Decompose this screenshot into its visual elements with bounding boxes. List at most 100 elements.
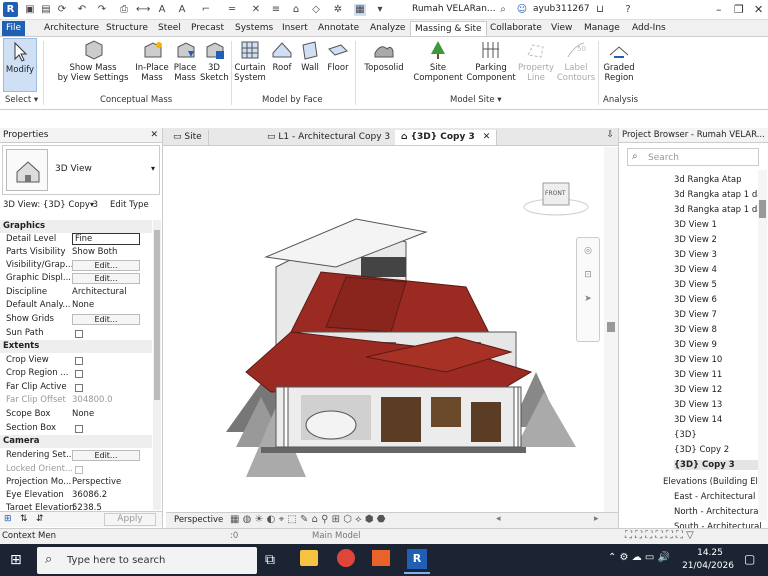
- view-cube[interactable]: FRONT: [521, 177, 591, 217]
- scroll-left-icon[interactable]: ◂: [496, 514, 501, 524]
- tab-view[interactable]: View: [547, 21, 576, 36]
- browser-item[interactable]: {3D} Copy 2: [674, 445, 766, 455]
- section-graphics[interactable]: Graphics: [0, 220, 152, 233]
- place-mass-button[interactable]: Place Mass: [171, 39, 199, 83]
- text-icon[interactable]: A: [176, 4, 188, 16]
- print-icon[interactable]: ⎙: [118, 4, 130, 16]
- browser-item[interactable]: 3D View 4: [674, 265, 766, 275]
- file-explorer-icon[interactable]: [300, 550, 318, 566]
- browser-item[interactable]: 3d Rangka atap 1 da: [674, 205, 766, 215]
- checkbox[interactable]: [75, 384, 83, 392]
- browser-item[interactable]: 3D View 10: [674, 355, 766, 365]
- save-icon[interactable]: ▤: [40, 4, 52, 16]
- tab-massing-site[interactable]: Massing & Site: [410, 21, 487, 36]
- edit-button[interactable]: Edit...: [72, 314, 140, 325]
- browser-item[interactable]: East - Architectural: [674, 492, 766, 502]
- browser-item[interactable]: 3D View 11: [674, 370, 766, 380]
- value[interactable]: 5238.5: [72, 502, 102, 510]
- group-model-site[interactable]: Model Site ▾: [450, 95, 502, 105]
- section-extents[interactable]: Extents: [0, 340, 152, 353]
- curtain-system-button[interactable]: Curtain System: [233, 39, 267, 83]
- in-place-mass-button[interactable]: In-Place Mass: [134, 39, 170, 83]
- section-camera[interactable]: Camera: [0, 435, 152, 448]
- filter-icon[interactable]: ⊞: [4, 514, 12, 524]
- checkbox[interactable]: [75, 330, 83, 338]
- edit-button[interactable]: Edit...: [72, 450, 140, 461]
- undo-icon[interactable]: ↶: [76, 4, 88, 16]
- detail-level-field[interactable]: Fine: [72, 233, 140, 245]
- selection-icons[interactable]: ⛶ ⛶ ⛶ ⛶ ⛶ ⛶ ▽: [625, 530, 694, 541]
- thin-lines-icon[interactable]: ≡: [270, 4, 282, 16]
- section-icon[interactable]: ⌐: [200, 4, 212, 16]
- select-group[interactable]: Select ▾: [5, 95, 38, 105]
- scroll-thumb[interactable]: [154, 230, 160, 400]
- browser-item[interactable]: 3D View 9: [674, 340, 766, 350]
- close-icon[interactable]: ✕: [483, 132, 491, 142]
- edit-button[interactable]: Edit...: [72, 260, 140, 271]
- zoom-icon[interactable]: ⊡: [577, 270, 599, 280]
- clock-date[interactable]: 21/04/2026: [680, 561, 736, 571]
- browser-item[interactable]: 3D View 3: [674, 250, 766, 260]
- browser-item[interactable]: 3D View 5: [674, 280, 766, 290]
- sync-icon[interactable]: ⟳: [56, 4, 68, 16]
- value[interactable]: None: [72, 299, 94, 312]
- open-icon[interactable]: ▣: [24, 4, 36, 16]
- browser-item[interactable]: 3d Rangka atap 1 da: [674, 190, 766, 200]
- tab-3d-copy-3[interactable]: ⌂ {3D} Copy 3 ✕: [395, 130, 498, 145]
- tray-icons[interactable]: ⌃ ⚙ ☁ ▭ 🔊: [608, 552, 670, 563]
- close-hidden-icon[interactable]: ✕: [250, 4, 262, 16]
- edit-type-button[interactable]: Edit Type: [110, 200, 149, 210]
- minimize-icon[interactable]: –: [716, 3, 722, 16]
- tab-steel[interactable]: Steel: [154, 21, 185, 36]
- browser-item[interactable]: 3D View 12: [674, 385, 766, 395]
- revit-taskbar-icon[interactable]: R: [407, 549, 427, 569]
- switch-windows-icon[interactable]: ◇: [310, 4, 322, 16]
- graded-region-button[interactable]: Graded Region: [600, 39, 638, 83]
- properties-scrollbar[interactable]: [153, 220, 161, 510]
- tab-collaborate[interactable]: Collaborate: [486, 21, 546, 36]
- projection-mode[interactable]: Perspective: [174, 515, 223, 525]
- checkbox[interactable]: [75, 370, 83, 378]
- tab-menu-icon[interactable]: ⇩: [606, 130, 614, 140]
- close-icon[interactable]: ✕: [754, 3, 763, 16]
- scroll-thumb[interactable]: [607, 322, 615, 332]
- browser-scrollbar[interactable]: [758, 170, 767, 520]
- tile-icon[interactable]: ▦: [354, 4, 366, 16]
- parking-component-button[interactable]: Parking Component: [466, 39, 516, 83]
- app-menu-button[interactable]: R: [3, 2, 18, 17]
- sort-icon[interactable]: ⇅: [20, 514, 28, 524]
- windows-start-icon[interactable]: ⊞: [10, 552, 22, 568]
- modify-button[interactable]: Modify: [3, 38, 37, 92]
- browser-item[interactable]: 3D View 1: [674, 220, 766, 230]
- browser-item[interactable]: {3D} Copy 3: [674, 460, 766, 470]
- chevron-down-icon[interactable]: ▾: [374, 4, 386, 16]
- edit-button[interactable]: Edit...: [72, 273, 140, 284]
- tab-systems[interactable]: Systems: [231, 21, 277, 36]
- browser-item[interactable]: 3D View 2: [674, 235, 766, 245]
- viewport-scrollbar[interactable]: [604, 147, 618, 512]
- value[interactable]: None: [72, 408, 94, 421]
- help-icon[interactable]: ?: [622, 4, 634, 16]
- wall-button[interactable]: Wall: [297, 39, 323, 73]
- property-line-button[interactable]: Property Line: [518, 39, 554, 83]
- cart-icon[interactable]: ⊔: [594, 4, 606, 16]
- redo-icon[interactable]: ↷: [96, 4, 108, 16]
- show-mass-button[interactable]: Show Mass by View Settings: [55, 39, 131, 83]
- tab-add-ins[interactable]: Add-Ins: [628, 21, 670, 36]
- roof-button[interactable]: Roof: [269, 39, 295, 73]
- browser-item[interactable]: 3D View 7: [674, 310, 766, 320]
- tab-structure[interactable]: Structure: [102, 21, 152, 36]
- floor-button[interactable]: Floor: [325, 39, 351, 73]
- browser-item[interactable]: 3D View 14: [674, 415, 766, 425]
- checkbox[interactable]: [75, 357, 83, 365]
- align-icon[interactable]: ═: [226, 4, 238, 16]
- tag-icon[interactable]: A: [156, 4, 168, 16]
- value[interactable]: Perspective: [72, 476, 121, 489]
- scroll-right-icon[interactable]: ▸: [594, 514, 599, 524]
- value[interactable]: 36086.2: [72, 489, 107, 502]
- tab-precast[interactable]: Precast: [187, 21, 228, 36]
- 3d-viewport[interactable]: FRONT ◎ ⊡ ➤: [166, 147, 603, 512]
- taskbar-search[interactable]: ⌕ Type here to search: [37, 547, 257, 574]
- tab-l1-architectural[interactable]: ▭ L1 - Architectural Copy 3: [261, 130, 398, 145]
- home-icon[interactable]: ⌂: [290, 4, 302, 16]
